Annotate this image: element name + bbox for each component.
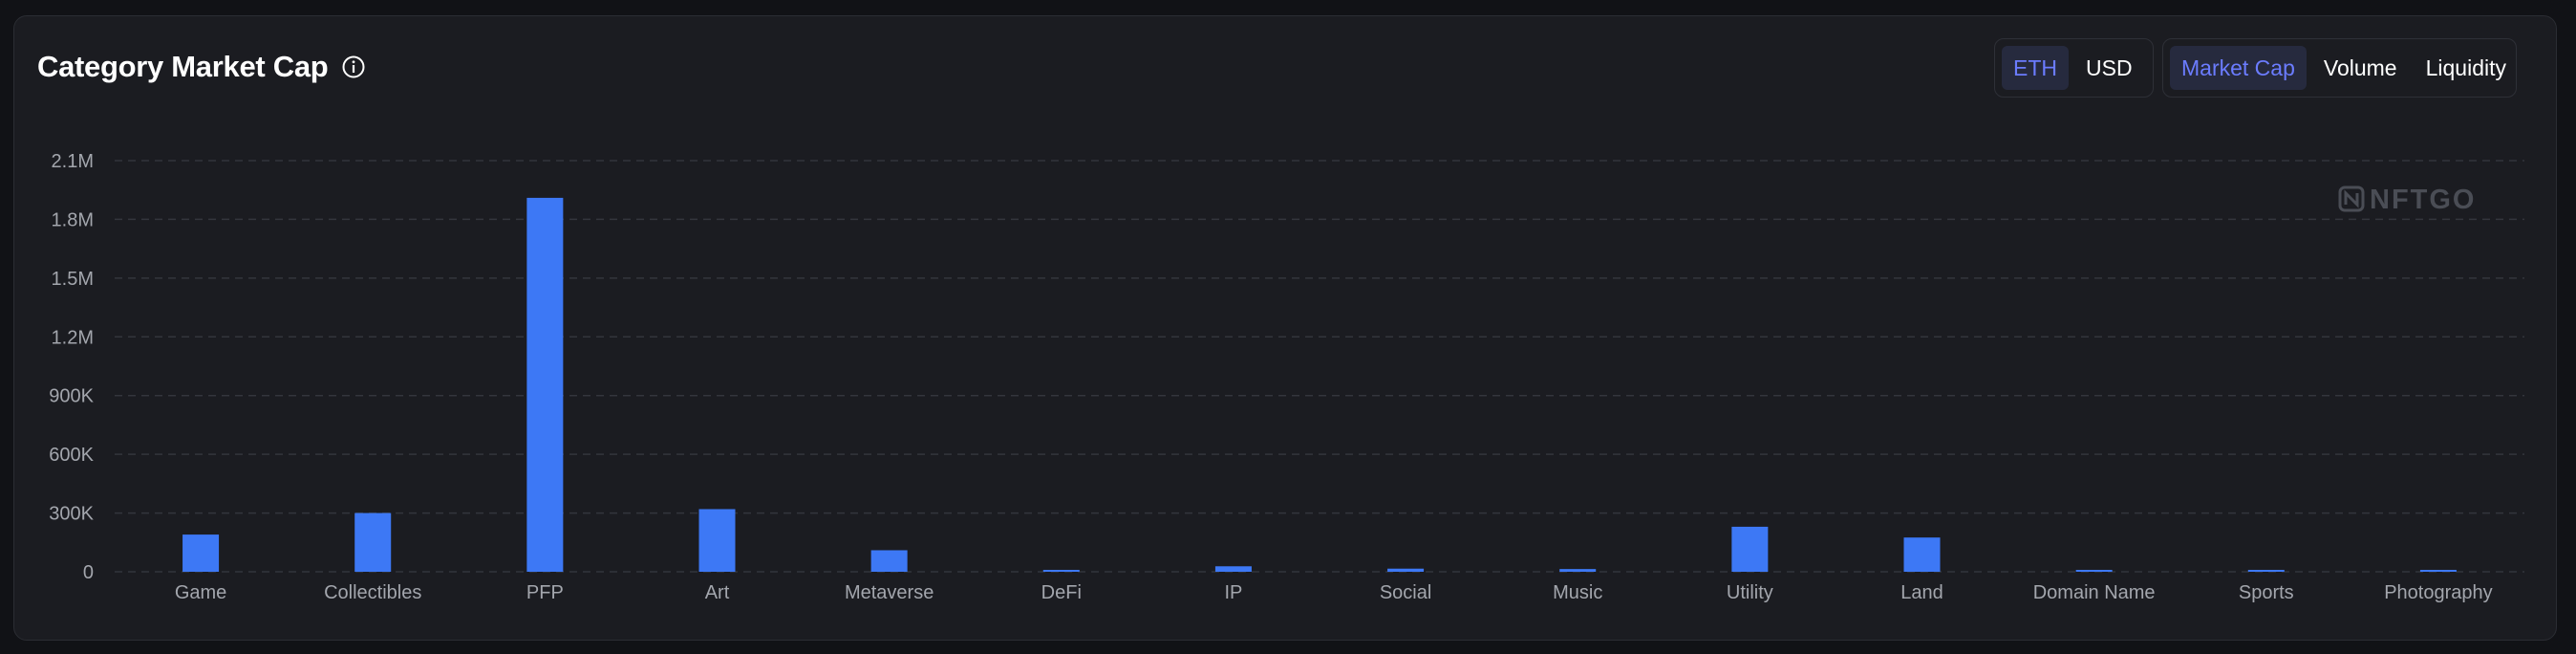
- x-tick-label: Music: [1553, 582, 1602, 603]
- x-tick-label: DeFi: [1041, 582, 1082, 603]
- x-tick-label: Game: [175, 582, 226, 603]
- y-tick-label: 300K: [49, 504, 94, 525]
- y-tick-label: 1.8M: [52, 209, 94, 230]
- x-tick-label: Metaverse: [845, 582, 934, 603]
- y-tick-label: 900K: [49, 386, 94, 407]
- bar-metaverse[interactable]: [870, 550, 908, 572]
- x-tick-label: Social: [1380, 582, 1431, 603]
- x-tick-label: Land: [1900, 582, 1943, 603]
- bar-domain-name[interactable]: [2075, 570, 2113, 572]
- x-tick-label: Utility: [1727, 582, 1773, 603]
- x-axis-category-labels: Game Collectibles PFP Art Metaverse DeFi IP Soc…: [175, 582, 2493, 603]
- bar-game[interactable]: [182, 534, 220, 572]
- bars: [182, 197, 2457, 572]
- bar-chart: 0 300K 600K 900K 1.2M 1.5M 1.8M 2.1M NFTGO Game…: [49, 151, 2524, 603]
- x-tick-label: Sports: [2239, 582, 2294, 603]
- bar-pfp[interactable]: [526, 197, 564, 572]
- y-tick-label: 0: [83, 562, 94, 583]
- x-tick-label: Domain Name: [2033, 582, 2156, 603]
- y-tick-label: 1.2M: [52, 327, 94, 348]
- nftgo-watermark: NFTGO: [2338, 185, 2477, 215]
- x-tick-label: Photography: [2384, 582, 2492, 603]
- x-tick-label: IP: [1224, 582, 1242, 603]
- bar-land[interactable]: [1903, 537, 1941, 572]
- bar-photography[interactable]: [2419, 570, 2457, 572]
- bar-ip[interactable]: [1214, 566, 1252, 572]
- bar-social[interactable]: [1387, 568, 1425, 572]
- bar-defi[interactable]: [1042, 570, 1080, 572]
- y-axis-tick-labels: 0 300K 600K 900K 1.2M 1.5M 1.8M 2.1M: [49, 151, 94, 583]
- bar-music[interactable]: [1559, 569, 1597, 572]
- x-tick-label: Collectibles: [324, 582, 421, 603]
- bar-collectibles[interactable]: [354, 512, 392, 572]
- x-tick-label: PFP: [526, 582, 564, 603]
- nftgo-logo-mark: [2344, 189, 2359, 208]
- x-tick-label: Art: [705, 582, 730, 603]
- y-tick-label: 2.1M: [52, 151, 94, 172]
- bar-sports[interactable]: [2247, 570, 2285, 572]
- bar-art[interactable]: [698, 509, 736, 572]
- grid-lines: [115, 160, 2524, 573]
- bar-utility[interactable]: [1731, 526, 1769, 572]
- watermark-text: NFTGO: [2370, 185, 2477, 215]
- y-tick-label: 1.5M: [52, 269, 94, 290]
- y-tick-label: 600K: [49, 445, 94, 466]
